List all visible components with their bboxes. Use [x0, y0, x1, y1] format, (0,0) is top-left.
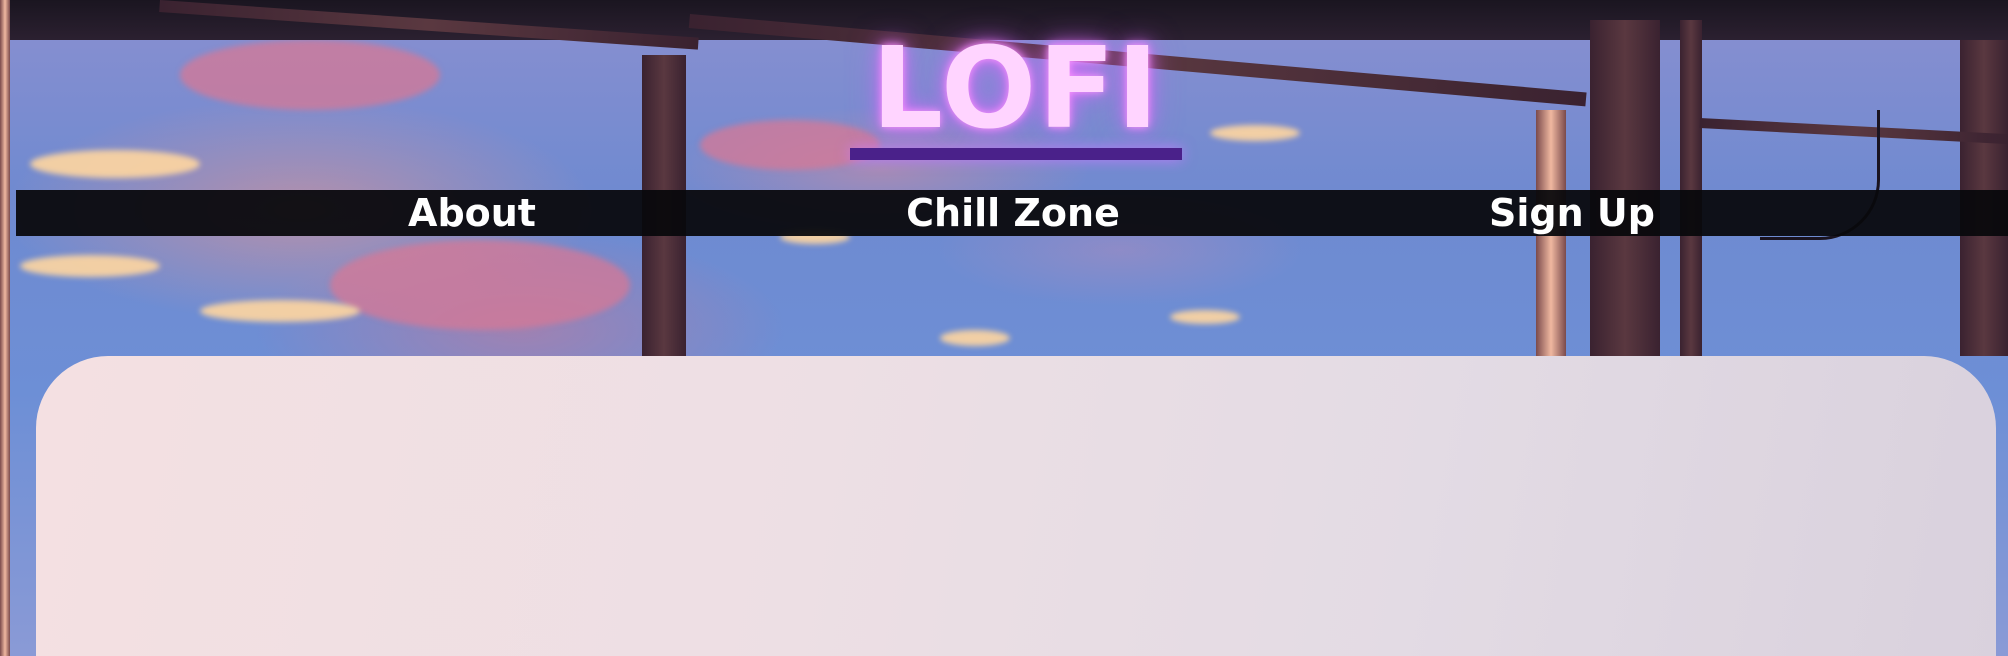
window-frame — [1680, 20, 1702, 356]
cloud — [940, 330, 1010, 346]
cloud — [20, 255, 160, 277]
window-frame — [1590, 20, 1660, 356]
logo-text: LOFI — [871, 24, 1161, 154]
content-card — [36, 356, 1996, 656]
main-nav: About Chill Zone Sign Up — [16, 190, 2008, 236]
nav-link-chill-zone[interactable]: Chill Zone — [878, 190, 1148, 236]
site-logo[interactable]: LOFI — [848, 30, 1184, 160]
nav-link-about[interactable]: About — [372, 190, 572, 236]
logo-underline — [850, 148, 1182, 160]
cloud — [330, 240, 630, 330]
nav-link-sign-up[interactable]: Sign Up — [1462, 190, 1682, 236]
cloud — [1170, 310, 1240, 324]
cloud — [1210, 125, 1300, 141]
cloud — [30, 150, 200, 178]
cloud — [200, 300, 360, 322]
window-frame — [0, 0, 10, 656]
cloud — [180, 40, 440, 110]
